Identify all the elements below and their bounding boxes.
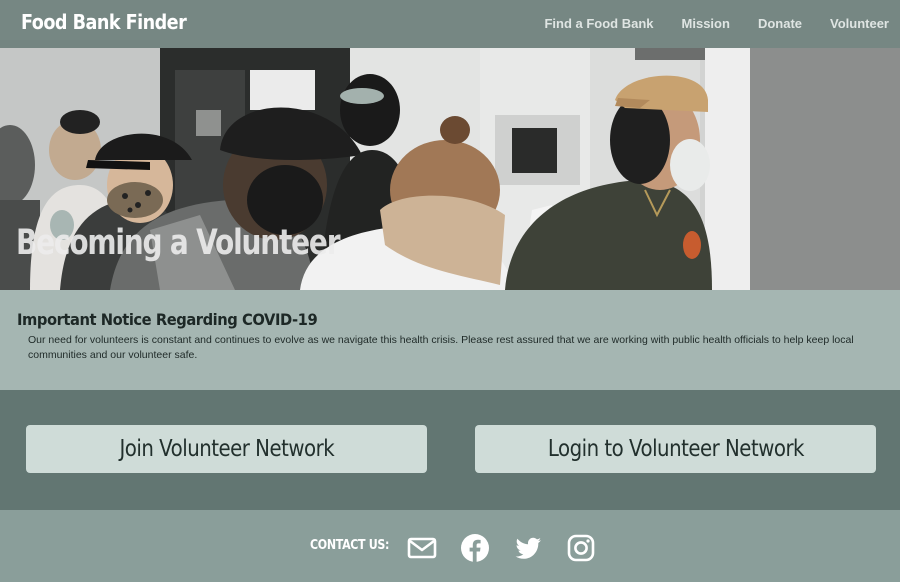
join-button-label: Join Volunteer Network xyxy=(119,436,334,462)
nav-link-donate[interactable]: Donate xyxy=(758,16,802,31)
nav-links: Find a Food Bank Mission Donate Voluntee… xyxy=(544,16,889,31)
instagram-icon[interactable] xyxy=(566,533,596,563)
login-button-label: Login to Volunteer Network xyxy=(547,436,804,462)
volunteer-actions: Join Volunteer Network Login to Voluntee… xyxy=(0,390,900,510)
contact-us-label: CONTACT US: xyxy=(310,538,390,553)
envelope-icon[interactable] xyxy=(407,533,437,563)
notice-heading: Important Notice Regarding COVID-19 xyxy=(17,310,318,329)
covid-notice: Important Notice Regarding COVID-19 Our … xyxy=(0,290,900,390)
twitter-icon[interactable] xyxy=(513,533,543,563)
nav-link-mission[interactable]: Mission xyxy=(682,16,730,31)
join-volunteer-network-button[interactable]: Join Volunteer Network xyxy=(26,425,427,473)
notice-body: Our need for volunteers is constant and … xyxy=(28,334,854,361)
nav-link-volunteer[interactable]: Volunteer xyxy=(830,16,889,31)
facebook-icon[interactable] xyxy=(460,533,490,563)
footer: CONTACT US: xyxy=(0,510,900,582)
top-nav: Food Bank Finder Find a Food Bank Missio… xyxy=(0,0,900,48)
hero-title: Becoming a Volunteer xyxy=(16,223,341,263)
brand-logo-text[interactable]: Food Bank Finder xyxy=(21,10,187,34)
nav-link-find-food-bank[interactable]: Find a Food Bank xyxy=(544,16,653,31)
login-volunteer-network-button[interactable]: Login to Volunteer Network xyxy=(475,425,876,473)
